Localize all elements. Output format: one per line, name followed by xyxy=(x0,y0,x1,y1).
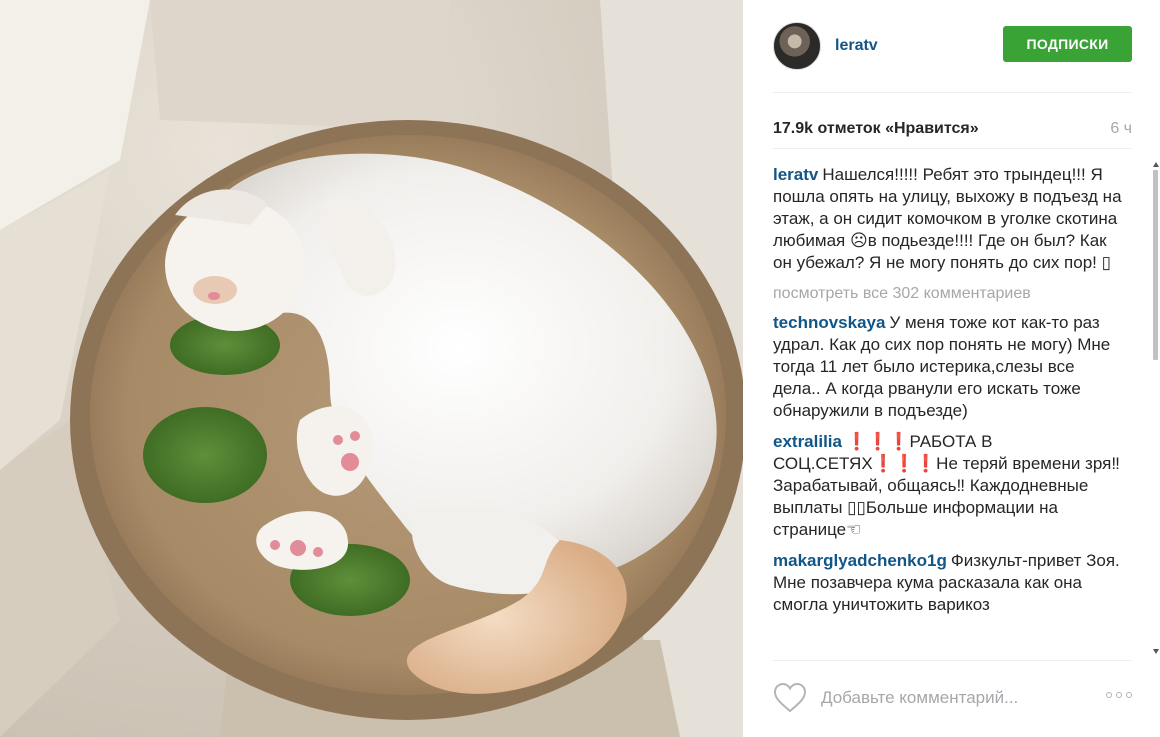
header-divider xyxy=(773,92,1132,93)
author-username[interactable]: leratv xyxy=(835,37,878,55)
list-item: makarglyadchenko1g Физкульт-привет Зоя. М… xyxy=(773,550,1125,616)
comment-username[interactable]: extralilia xyxy=(773,432,842,451)
post-header: leratv ПОДПИСКИ xyxy=(773,18,1132,74)
comment-bar xyxy=(773,676,1132,720)
caption-text: Нашелся!!!!! Ребят это трындец!!! Я пошл… xyxy=(773,165,1122,272)
post-time[interactable]: 6 ч xyxy=(1110,120,1132,138)
comment-input[interactable] xyxy=(821,688,1081,708)
more-icon[interactable] xyxy=(1106,692,1132,698)
post-details-panel: leratv ПОДПИСКИ 17.9k отметок «Нравится»… xyxy=(743,0,1160,737)
scroll-down-arrow-icon[interactable] xyxy=(1153,649,1159,654)
comment-username[interactable]: technovskaya xyxy=(773,313,885,332)
comments-scrollbar[interactable] xyxy=(1151,160,1160,656)
comments-list[interactable]: leratv Нашелся!!!!! Ребят это трындец!!! … xyxy=(773,164,1139,654)
scroll-up-arrow-icon[interactable] xyxy=(1153,162,1159,167)
scrollbar-thumb[interactable] xyxy=(1153,170,1158,360)
comment-username[interactable]: makarglyadchenko1g xyxy=(773,551,947,570)
heart-icon[interactable] xyxy=(773,682,807,714)
post-photo[interactable] xyxy=(0,0,743,737)
comments-divider xyxy=(773,660,1132,661)
list-item: technovskaya У меня тоже кот как-то раз у… xyxy=(773,312,1125,422)
view-all-comments-link[interactable]: посмотреть все 302 комментариев xyxy=(773,283,1139,305)
likes-count[interactable]: 17.9k отметок «Нравится» xyxy=(773,120,979,138)
likes-row: 17.9k отметок «Нравится» 6 ч xyxy=(773,118,1132,140)
list-item: extralilia ❗❗❗РАБОТА В СОЦ.СЕТЯХ❗❗❗Не тер… xyxy=(773,431,1125,541)
follow-button[interactable]: ПОДПИСКИ xyxy=(1003,26,1132,62)
caption: leratv Нашелся!!!!! Ребят это трындец!!! … xyxy=(773,164,1125,274)
caption-username[interactable]: leratv xyxy=(773,165,818,184)
avatar[interactable] xyxy=(773,22,821,70)
cat-photo-image xyxy=(0,0,743,737)
likes-divider xyxy=(773,148,1132,149)
